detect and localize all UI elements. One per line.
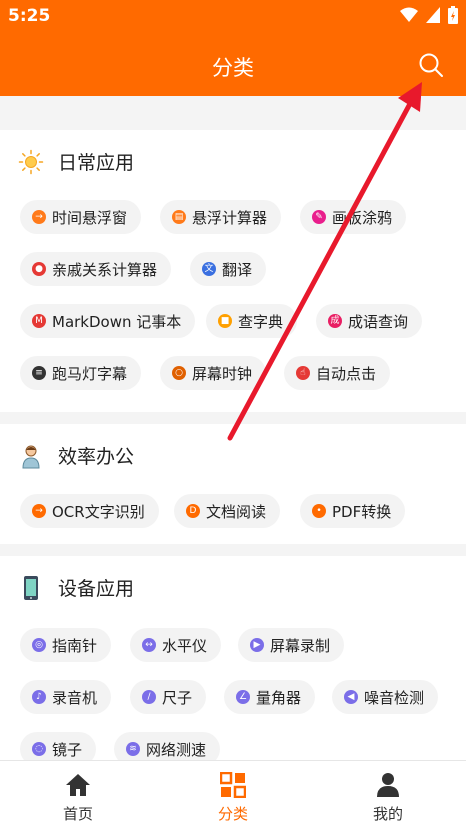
marquee-icon: ≡ — [32, 366, 46, 380]
bottom-navigation: 首页 分类 我的 — [0, 760, 466, 830]
chip-ruler[interactable]: / 尺子 — [130, 680, 207, 714]
chip-auto-click[interactable]: ☝ 自动点击 — [284, 356, 391, 390]
dictionary-icon: ■ — [218, 314, 232, 328]
level-icon: ↔ — [142, 638, 156, 652]
signal-icon — [426, 7, 440, 23]
pdf-icon: • — [312, 504, 326, 518]
status-icons — [400, 6, 458, 24]
section-device: 设备应用 ◎ 指南针 ↔ 水平仪 ▶ 屏幕录制 ♪ 录音机 / 尺子 ∠ 量角器 ◀ 噪音检测… — [0, 556, 466, 760]
section-title: 设备应用 — [58, 578, 135, 600]
phone-icon — [18, 575, 44, 601]
section-daily: 日常应用 → 时间悬浮窗 ▤ 悬浮计算器 ✎ 画板涂鸦 ● 亲戚关系计算器 文翻译 MM… — [0, 130, 466, 412]
tab-profile[interactable]: 我的 — [328, 771, 448, 824]
section-title: 日常应用 — [58, 152, 135, 174]
section-header: 设备应用 — [18, 574, 134, 601]
grid-icon — [173, 771, 293, 799]
chip-protractor[interactable]: ∠ 量角器 — [224, 680, 316, 714]
chip-recorder[interactable]: ♪ 录音机 — [20, 680, 112, 714]
chip-noise-detect[interactable]: ◀ 噪音检测 — [332, 680, 439, 714]
tab-label: 分类 — [217, 805, 248, 823]
page-title: 分类 — [212, 56, 254, 80]
home-icon — [18, 771, 138, 799]
section-header: 效率办公 — [18, 442, 134, 469]
wifi-icon — [400, 7, 418, 22]
chip-level[interactable]: ↔ 水平仪 — [130, 628, 222, 662]
section-office: 效率办公 → OCR文字识别 D 文档阅读 • PDF转换 — [0, 424, 466, 544]
chip-compass[interactable]: ◎ 指南针 — [20, 628, 112, 662]
chip-markdown-notes[interactable]: M MarkDown 记事本 — [20, 304, 196, 338]
compass-icon: ◎ — [32, 638, 46, 652]
chip-float-calculator[interactable]: ▤ 悬浮计算器 — [160, 200, 282, 234]
tab-home[interactable]: 首页 — [18, 771, 138, 824]
chip-translate[interactable]: 文翻译 — [190, 252, 267, 286]
app-header: 5:25 分类 — [0, 0, 466, 96]
chip-screen-record[interactable]: ▶ 屏幕录制 — [238, 628, 345, 662]
chip-dictionary[interactable]: ■ 查字典 — [206, 304, 298, 338]
chip-mirror[interactable]: ◌ 镜子 — [20, 732, 97, 760]
family-icon: ● — [32, 262, 46, 276]
chip-idiom-query[interactable]: 成成语查询 — [316, 304, 423, 338]
protractor-icon: ∠ — [236, 690, 250, 704]
ruler-icon: / — [142, 690, 156, 704]
search-icon[interactable] — [418, 52, 444, 78]
status-bar: 5:25 — [0, 0, 466, 34]
chip-screen-clock[interactable]: ○ 屏幕时钟 — [160, 356, 267, 390]
sun-icon — [18, 149, 44, 175]
sound-icon: ◀ — [344, 690, 358, 704]
section-title: 效率办公 — [58, 446, 135, 468]
clock-icon: ○ — [172, 366, 186, 380]
category-content[interactable]: 日常应用 → 时间悬浮窗 ▤ 悬浮计算器 ✎ 画板涂鸦 ● 亲戚关系计算器 文翻译 MM… — [0, 96, 466, 760]
mirror-icon: ◌ — [32, 742, 46, 756]
section-header: 日常应用 — [18, 148, 134, 175]
calculator-icon: ▤ — [172, 210, 186, 224]
chip-pdf-convert[interactable]: • PDF转换 — [300, 494, 406, 528]
wifi-icon: ≋ — [126, 742, 140, 756]
record-icon: ▶ — [250, 638, 264, 652]
chip-speed-test[interactable]: ≋ 网络测速 — [114, 732, 221, 760]
document-icon: D — [186, 504, 200, 518]
status-time: 5:25 — [8, 6, 51, 26]
battery-icon — [448, 6, 458, 24]
idiom-icon: 成 — [328, 314, 342, 328]
chip-document-reader[interactable]: D 文档阅读 — [174, 494, 281, 528]
microphone-icon: ♪ — [32, 690, 46, 704]
hand-icon: ☝ — [296, 366, 310, 380]
tab-label: 我的 — [372, 805, 403, 823]
chip-time-float[interactable]: → 时间悬浮窗 — [20, 200, 142, 234]
palette-icon: ✎ — [312, 210, 326, 224]
translate-icon: 文 — [202, 262, 216, 276]
user-icon — [328, 771, 448, 799]
ocr-icon: → — [32, 504, 46, 518]
office-worker-icon — [18, 443, 44, 469]
notes-icon: M — [32, 314, 46, 328]
chip-ocr[interactable]: → OCR文字识别 — [20, 494, 159, 528]
chip-marquee[interactable]: ≡ 跑马灯字幕 — [20, 356, 142, 390]
chip-relative-calculator[interactable]: ● 亲戚关系计算器 — [20, 252, 172, 286]
clock-icon: → — [32, 210, 46, 224]
tab-label: 首页 — [62, 805, 93, 823]
tab-category[interactable]: 分类 — [173, 771, 293, 824]
chip-drawing-board[interactable]: ✎ 画板涂鸦 — [300, 200, 407, 234]
